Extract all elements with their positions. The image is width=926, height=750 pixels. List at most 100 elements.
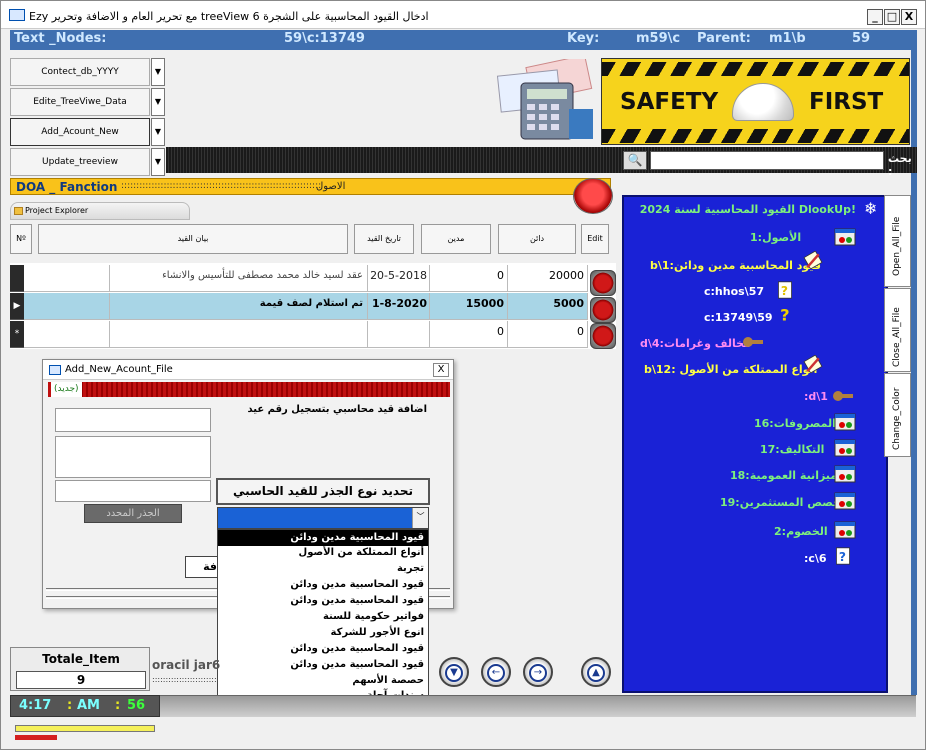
tree-node[interactable]: b\12: أنواع الممتلكة من الأصول <box>644 363 817 376</box>
dropdown-option[interactable]: انوع الأجور للشركة <box>331 627 424 638</box>
window-icon <box>9 9 25 21</box>
dropdown-option[interactable]: قيود المحاسبية مدين ودائن <box>290 595 424 606</box>
cell-date[interactable]: 1-8-2020 <box>368 293 430 320</box>
update-treeview-button[interactable]: Update_treeview <box>10 148 150 176</box>
project-explorer-tab[interactable]: Project Explorer <box>10 202 190 220</box>
header-no[interactable]: Nº <box>10 224 32 254</box>
cell-description[interactable] <box>110 321 368 348</box>
tree-node[interactable]: c:hhos\57 <box>704 285 764 298</box>
root-type-combo[interactable]: ﹀ <box>217 507 429 529</box>
cell-description[interactable]: عقد لسيد خالد محمد مصطفى للتأسيس والانشا… <box>110 265 368 292</box>
totale-item-box: Totale_Item 9 <box>10 647 150 691</box>
chevron-down-icon[interactable]: ﹀ <box>412 508 428 528</box>
save-button[interactable]: فة <box>185 556 221 578</box>
edite-treeviwe-dropdown[interactable]: ▼ <box>151 88 165 116</box>
row-selector[interactable]: ▶ <box>10 293 24 320</box>
row-selector[interactable]: * <box>10 321 24 348</box>
doa-title: DOA _ Fanction <box>16 180 118 194</box>
change-color-label: Change_Color <box>892 387 902 450</box>
maximize-button[interactable]: □ <box>884 9 900 25</box>
nav-previous-button[interactable]: ← <box>481 657 511 687</box>
dropdown-option[interactable]: قيود المحاسبية مدين ودائن <box>290 643 424 654</box>
tree-node[interactable]: 18:ميزانية العمومية <box>730 469 837 482</box>
tree-root[interactable]: القيود المحاسبية لسنة 2024 DlookUp! <box>640 203 856 216</box>
delete-row-button[interactable] <box>590 297 616 323</box>
row-selector[interactable] <box>10 265 24 292</box>
dialog-instruction: اضافة قيد محاسبي بتسجيل رقم عيد <box>247 404 427 415</box>
nav-down-button[interactable]: ▼ <box>439 657 469 687</box>
arrow-left-icon: ← <box>487 664 505 682</box>
dropdown-option[interactable]: أنواع الممتلكة من الأصول <box>299 547 424 558</box>
add-acount-new-dropdown[interactable]: ▼ <box>151 118 165 146</box>
dialog-close-button[interactable]: X <box>433 363 449 377</box>
add-acount-new-button[interactable]: Add_Acount_New <box>10 118 150 146</box>
change-color-tab[interactable]: Change_Color <box>884 373 911 457</box>
search-input[interactable] <box>650 151 884 170</box>
selected-root-button[interactable]: الجذر المحدد <box>84 504 182 523</box>
table-row[interactable]: * 0 0 <box>10 321 588 348</box>
header-credit[interactable]: دائن <box>498 224 576 254</box>
dropdown-option[interactable]: قيود المحاسبية مدين ودائن <box>290 532 424 543</box>
update-treeview-dropdown[interactable]: ▼ <box>151 148 165 176</box>
window-node-icon <box>834 465 856 483</box>
delete-row-button[interactable] <box>590 323 616 349</box>
tree-node[interactable]: b\1:قيود المحاسبية مدين ودائن <box>650 259 821 272</box>
cell-credit[interactable]: 0 <box>508 321 588 348</box>
close-all-file-tab[interactable]: Close_All_File <box>884 288 911 372</box>
tree-node[interactable]: :d\1 <box>804 390 828 403</box>
cell-debit[interactable]: 15000 <box>430 293 508 320</box>
cell-date[interactable]: 20-5-2018 <box>368 265 430 292</box>
main-window: Ezy مع تحرير العام و الاضافة وتحرير tree… <box>0 0 926 750</box>
cell-credit[interactable]: 20000 <box>508 265 588 292</box>
tree-node[interactable]: 2:الخصوم <box>774 525 828 538</box>
search-label: بحث : <box>888 152 912 178</box>
doa-dots: ::::::::::::::::::::::::::::::::::::::::… <box>121 181 321 191</box>
edite-treeviwe-button[interactable]: Edite_TreeViwe_Data <box>10 88 150 116</box>
help-node-icon: ? <box>836 547 850 565</box>
header-description[interactable]: بيان القيد <box>38 224 348 254</box>
tree-node[interactable]: c:13749\59 <box>704 311 773 324</box>
tree-node[interactable]: 17:التكاليف <box>760 443 824 456</box>
nav-up-button[interactable]: ▲ <box>581 657 611 687</box>
title-bar: Ezy مع تحرير العام و الاضافة وتحرير tree… <box>1 1 925 29</box>
header-edit[interactable]: Edit <box>581 224 609 254</box>
accounts-treeview[interactable]: القيود المحاسبية لسنة 2024 DlookUp! ❄ 1:… <box>622 195 888 693</box>
red-action-button[interactable] <box>573 178 613 214</box>
tree-node[interactable]: d\4:مخالف وغرامات <box>640 337 751 350</box>
tree-node[interactable]: 19:حصص المستثمرين <box>720 496 841 509</box>
account-code-input[interactable] <box>55 480 211 502</box>
svg-text:?: ? <box>781 284 788 298</box>
dropdown-option[interactable]: حصصة الأسهم <box>352 675 424 686</box>
dropdown-option[interactable]: قيود المحاسبية مدين ودائن <box>290 659 424 670</box>
cell-date[interactable] <box>368 321 430 348</box>
window-node-icon <box>834 492 856 510</box>
account-name-input[interactable] <box>55 408 211 432</box>
table-row[interactable]: ▶ تم استلام لصف قيمة 1-8-2020 15000 5000 <box>10 293 588 320</box>
contect-db-dropdown[interactable]: ▼ <box>151 58 165 86</box>
search-button[interactable]: 🔍 <box>623 151 647 170</box>
choose-root-label: تحديد نوع الجذر للقيد الحاسبي <box>216 478 430 505</box>
close-button[interactable]: X <box>901 9 917 25</box>
cell-description[interactable]: تم استلام لصف قيمة <box>110 293 368 320</box>
dropdown-option[interactable]: فواتير حكومية للسنة <box>323 611 424 622</box>
cell-credit[interactable]: 5000 <box>508 293 588 320</box>
clock-ampm: AM <box>77 698 100 713</box>
nav-next-button[interactable]: → <box>523 657 553 687</box>
header-date[interactable]: تاريخ القيد <box>354 224 414 254</box>
tree-node[interactable]: 16:المصروفات <box>754 417 836 430</box>
contect-db-button[interactable]: Contect_db_YYYY <box>10 58 150 86</box>
header-debit[interactable]: مدين <box>421 224 491 254</box>
cell-debit[interactable]: 0 <box>430 265 508 292</box>
tree-node[interactable]: 1:الأصول <box>750 231 801 244</box>
minimize-button[interactable]: _ <box>867 9 883 25</box>
open-all-file-tab[interactable]: Open_All_File <box>884 195 911 287</box>
delete-row-button[interactable] <box>590 270 616 296</box>
cell-debit[interactable]: 0 <box>430 321 508 348</box>
table-row[interactable]: عقد لسيد خالد محمد مصطفى للتأسيس والانشا… <box>10 265 588 292</box>
account-notes-input[interactable] <box>55 436 211 478</box>
dropdown-option[interactable]: قيود المحاسبية مدين ودائن <box>290 579 424 590</box>
window-node-icon <box>834 413 856 431</box>
dropdown-option[interactable]: تجربة <box>397 563 424 574</box>
tree-node[interactable]: :c\6 <box>804 552 827 565</box>
open-all-file-label: Open_All_File <box>892 216 902 276</box>
